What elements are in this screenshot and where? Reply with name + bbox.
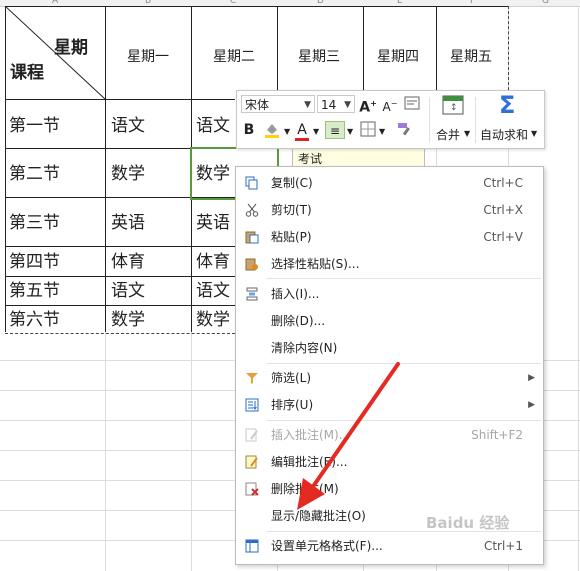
annotation-arrow — [297, 362, 400, 510]
baidu-watermark: Baidu 经验 — [426, 514, 510, 532]
